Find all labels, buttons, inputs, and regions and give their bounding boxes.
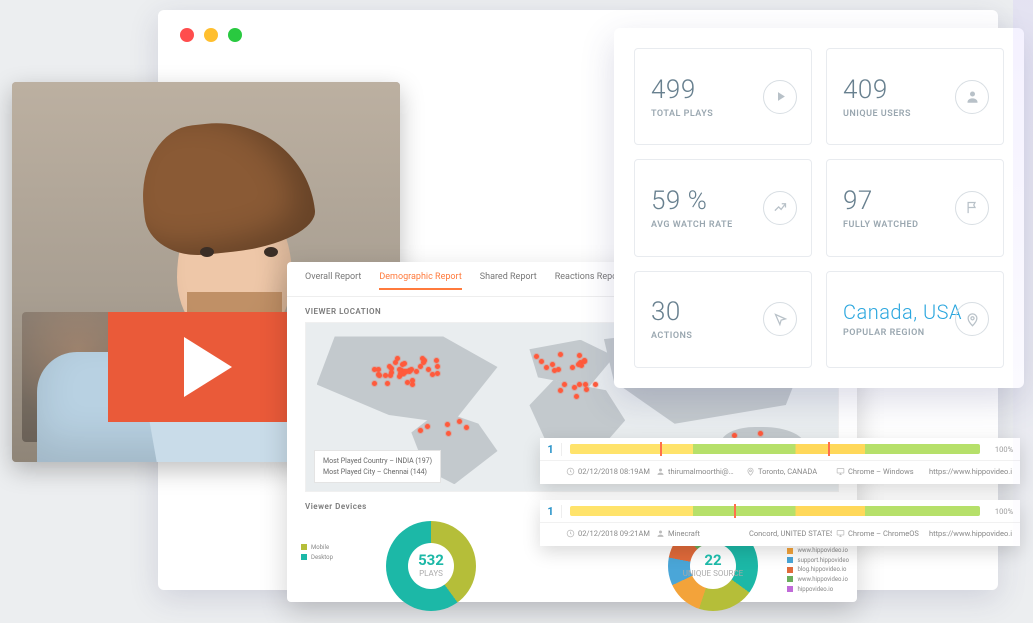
tab-demographic[interactable]: Demographic Report — [379, 272, 461, 290]
clock-icon — [566, 529, 575, 538]
session-percent: 100% — [988, 507, 1020, 516]
session-id: 1 — [540, 443, 562, 456]
watch-progress-bar — [570, 506, 980, 516]
user-icon — [656, 529, 665, 538]
legend-city: Most Played City – Chennai (144) — [323, 467, 432, 478]
session-row[interactable]: 1 100% 02/12/2018 09:21AM Minecraft Conc… — [540, 500, 1020, 546]
monitor-icon — [836, 529, 845, 538]
clock-icon — [566, 467, 575, 476]
traffic-lights — [180, 28, 242, 42]
metric-unique-users: 409 UNIQUE USERS — [826, 48, 1004, 145]
tab-overall[interactable]: Overall Report — [305, 272, 361, 290]
session-row[interactable]: 1 100% 02/12/2018 08:19AM thirumalmoorth… — [540, 438, 1020, 484]
session-id: 1 — [540, 505, 562, 518]
cursor-icon — [763, 302, 797, 336]
watch-progress-bar — [570, 444, 980, 454]
window-zoom-icon[interactable] — [228, 28, 242, 42]
plays-donut-chart: 532PLAYS Mobile Desktop — [305, 521, 557, 611]
metric-fully-watched: 97 FULLY WATCHED — [826, 159, 1004, 256]
session-user: Minecraft — [668, 529, 700, 538]
legend-source-item: hippovideo.io — [787, 585, 849, 595]
legend-country: Most Played Country – INDIA (197) — [323, 456, 432, 467]
monitor-icon — [836, 467, 845, 476]
play-icon — [763, 80, 797, 114]
session-location: Concord, UNITED STATES — [749, 529, 832, 538]
session-time: 02/12/2018 09:21AM — [578, 529, 650, 538]
metric-watch-rate: 59 % AVG WATCH RATE — [634, 159, 812, 256]
session-user: thirumalmoorthi@… — [668, 467, 734, 476]
flag-icon — [955, 191, 989, 225]
metrics-panel: 499 TOTAL PLAYS 409 UNIQUE USERS 59 % AV… — [614, 28, 1024, 388]
metric-popular-region: Canada, USA POPULAR REGION — [826, 271, 1004, 368]
pin-icon — [955, 302, 989, 336]
trend-icon — [763, 191, 797, 225]
session-percent: 100% — [988, 445, 1020, 454]
session-browser: Chrome – Windows — [848, 467, 914, 476]
session-location: Toronto, CANADA — [758, 467, 817, 476]
map-legend: Most Played Country – INDIA (197) Most P… — [314, 450, 441, 483]
tab-shared[interactable]: Shared Report — [480, 272, 537, 290]
session-time: 02/12/2018 08:19AM — [578, 467, 650, 476]
window-minimize-icon[interactable] — [204, 28, 218, 42]
session-browser: Chrome – ChromeOS — [848, 529, 919, 538]
pin-icon — [746, 467, 755, 476]
session-url: https://www.hippovideo.io… — [929, 529, 1012, 538]
metric-total-plays: 499 TOTAL PLAYS — [634, 48, 812, 145]
user-icon — [656, 467, 665, 476]
session-url: https://www.hippovideo.io… — [929, 467, 1012, 476]
play-icon — [184, 337, 232, 397]
play-button[interactable] — [108, 312, 308, 422]
user-icon — [955, 80, 989, 114]
window-close-icon[interactable] — [180, 28, 194, 42]
metric-actions: 30 ACTIONS — [634, 271, 812, 368]
